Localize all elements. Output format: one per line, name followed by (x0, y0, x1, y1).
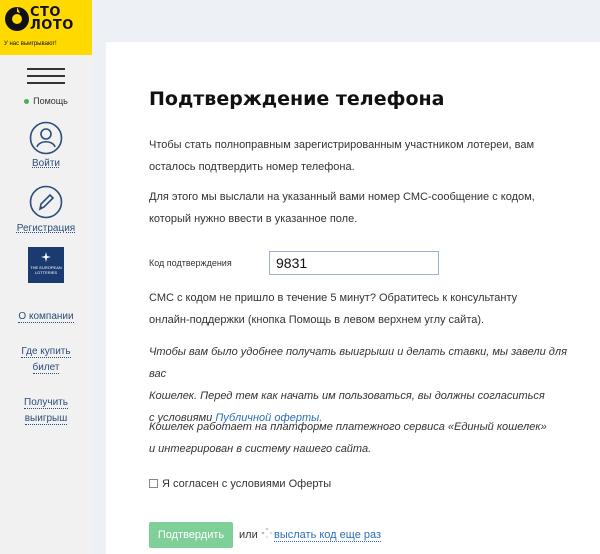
pencil-icon[interactable] (29, 185, 63, 219)
code-label: Код подтверждения (149, 258, 232, 268)
agree-label: Я согласен с условиями Оферты (162, 478, 332, 490)
confirm-button[interactable]: Подтвердить (149, 522, 233, 548)
side-strip (92, 0, 106, 554)
stoloto-logo[interactable]: СТО ЛОТО У нас выигрывают! (0, 0, 92, 55)
resend-code-link[interactable]: выслать код еще раз (274, 529, 382, 542)
sms-sent-text: Для этого мы выслали на указанный вами н… (149, 191, 535, 225)
loading-spinner-icon (261, 527, 273, 539)
top-bar (92, 0, 600, 42)
logo-text: СТО ЛОТО (30, 5, 74, 33)
star-icon (41, 252, 51, 262)
page-title: Подтверждение телефона (149, 88, 445, 110)
agree-checkbox-row[interactable]: Я согласен с условиями Оферты (149, 478, 331, 490)
where-to-buy-link[interactable]: Где купить билет (0, 344, 92, 376)
intro-text: Чтобы стать полноправным зарегистрирован… (149, 139, 535, 173)
or-text: или (239, 529, 258, 541)
confirmation-code-input[interactable] (269, 251, 439, 275)
menu-icon[interactable] (27, 68, 65, 84)
user-icon[interactable] (29, 121, 63, 155)
help-link[interactable]: Помощь (0, 96, 92, 106)
no-sms-text: СМС с кодом не пришло в течение 5 минут?… (149, 292, 518, 326)
european-lotteries-logo[interactable]: THE EUROPEAN LOTTERIES (28, 247, 64, 283)
logo-icon (5, 7, 29, 31)
sidebar: СТО ЛОТО У нас выигрывают! Помощь Войти … (0, 0, 92, 554)
platform-text: Кошелек работает на платформе платежного… (149, 421, 547, 455)
main-content: Подтверждение телефона Чтобы стать полно… (106, 42, 600, 554)
register-link[interactable]: Регистрация (0, 223, 92, 234)
online-status-dot (24, 99, 30, 105)
get-winnings-link[interactable]: Получить выигрыш (0, 395, 92, 427)
logo-tagline: У нас выигрывают! (4, 41, 57, 47)
agree-checkbox[interactable] (149, 479, 158, 488)
about-link[interactable]: О компании (0, 309, 92, 325)
login-link[interactable]: Войти (0, 158, 92, 169)
